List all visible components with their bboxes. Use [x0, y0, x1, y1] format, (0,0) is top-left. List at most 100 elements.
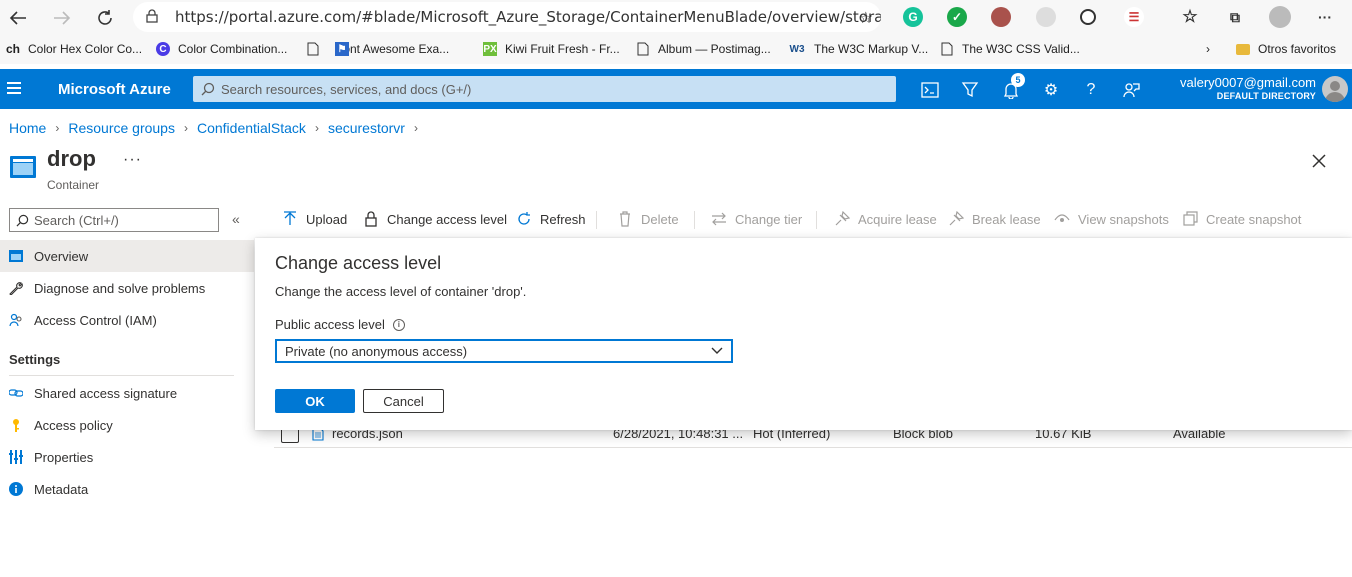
help-icon[interactable]: ?	[1080, 79, 1102, 101]
refresh-button[interactable]: Refresh	[516, 211, 586, 227]
link-icon	[9, 389, 23, 397]
page-icon	[940, 42, 954, 56]
page-icon	[306, 42, 320, 56]
sidebar-item-metadata[interactable]: Metadata	[0, 473, 254, 505]
extension-icon[interactable]	[1036, 7, 1056, 27]
break-lease-icon	[949, 211, 964, 226]
check-extension-icon[interactable]: ✓	[947, 7, 967, 27]
bookmark-item[interactable]: Album — Postimag...	[636, 42, 771, 56]
page-title: drop	[47, 146, 96, 171]
bookmark-label: The W3C Markup V...	[814, 42, 929, 56]
collections-icon[interactable]: ⧉	[1225, 7, 1245, 27]
sidebar-item-access-policy[interactable]: Access policy	[0, 409, 254, 441]
lock-icon	[146, 9, 158, 23]
container-icon	[9, 250, 23, 262]
info-icon[interactable]: i	[392, 318, 405, 331]
search-placeholder: Search resources, services, and docs (G+…	[221, 81, 472, 97]
breadcrumb-home[interactable]: Home	[9, 120, 46, 136]
break-lease-button[interactable]: Break lease	[948, 211, 1041, 227]
extension-icon[interactable]: ☰	[1124, 7, 1144, 27]
profile-icon[interactable]	[1269, 6, 1291, 28]
ok-button[interactable]: OK	[275, 389, 355, 413]
reload-icon[interactable]	[93, 6, 117, 30]
chevron-right-icon: ›	[413, 121, 418, 135]
change-tier-button[interactable]: Change tier	[711, 211, 802, 227]
lock-icon	[365, 211, 377, 227]
back-icon[interactable]	[6, 6, 30, 30]
add-favorite-icon[interactable]: ☆	[859, 8, 873, 27]
properties-icon	[9, 450, 23, 464]
settings-more-icon[interactable]: ···	[1315, 7, 1335, 27]
other-favorites[interactable]: Otros favoritos	[1236, 42, 1336, 56]
more-options-icon[interactable]: ···	[123, 151, 142, 169]
settings-icon[interactable]: ⚙	[1040, 79, 1062, 101]
sidebar-search-placeholder: Search (Ctrl+/)	[34, 212, 119, 228]
divider	[694, 211, 695, 229]
bookmark-icon: W3	[789, 43, 805, 55]
avatar[interactable]	[1322, 76, 1348, 102]
sidebar-item-overview[interactable]: Overview	[0, 240, 254, 272]
create-snapshot-button[interactable]: Create snapshot	[1182, 211, 1301, 227]
other-favorites-label: Otros favoritos	[1258, 42, 1337, 56]
breadcrumb-resource-group[interactable]: ConfidentialStack	[197, 120, 306, 136]
breadcrumb-storage-account[interactable]: securestorvr	[328, 120, 405, 136]
search-icon	[16, 214, 29, 227]
key-icon	[13, 419, 19, 432]
address-bar[interactable]: https://portal.azure.com/#blade/Microsof…	[133, 2, 881, 32]
people-icon	[9, 313, 22, 327]
extension-icon[interactable]	[1080, 9, 1096, 25]
bookmark-icon: C	[156, 42, 170, 56]
bookmark-item[interactable]: Font Awesome Exa...	[306, 42, 449, 56]
breadcrumb-resource-groups[interactable]: Resource groups	[68, 120, 175, 136]
sidebar-item-diagnose[interactable]: Diagnose and solve problems	[0, 272, 254, 304]
view-snapshots-label: View snapshots	[1078, 211, 1169, 227]
grammarly-icon[interactable]: G	[903, 7, 923, 27]
chevron-down-icon	[711, 347, 723, 354]
favorites-icon[interactable]: ☆	[1180, 7, 1200, 27]
feedback-icon[interactable]	[1120, 79, 1142, 101]
azure-header: Microsoft Azure Search resources, servic…	[0, 69, 1352, 109]
sidebar-search-input[interactable]: Search (Ctrl+/)	[9, 208, 219, 232]
chevron-right-icon[interactable]: ›	[1206, 42, 1210, 56]
upload-icon	[284, 211, 296, 225]
change-tier-label: Change tier	[735, 211, 803, 227]
global-search-input[interactable]: Search resources, services, and docs (G+…	[193, 76, 896, 102]
bookmark-label: Album — Postimag...	[658, 42, 771, 56]
sidebar-item-label: Properties	[34, 449, 94, 465]
acquire-lease-label: Acquire lease	[858, 211, 937, 227]
cancel-button[interactable]: Cancel	[363, 389, 444, 413]
bookmark-item[interactable]: The W3C CSS Valid...	[940, 42, 1080, 56]
acquire-lease-button[interactable]: Acquire lease	[834, 211, 937, 227]
bookmark-item[interactable]: W3 The W3C Markup V...	[788, 42, 929, 56]
view-snapshots-button[interactable]: View snapshots	[1054, 211, 1169, 227]
menu-icon[interactable]	[7, 82, 21, 94]
sidebar-item-sas[interactable]: Shared access signature	[0, 377, 254, 409]
lease-icon	[835, 211, 850, 226]
delete-button[interactable]: Delete	[617, 211, 679, 227]
collapse-sidebar-icon[interactable]: «	[232, 211, 240, 227]
change-access-level-label: Change access level	[387, 211, 507, 227]
bookmark-item[interactable]: PX Kiwi Fruit Fresh - Fr...	[483, 42, 620, 56]
bookmark-item[interactable]: ch Color Hex Color Co...	[6, 42, 142, 56]
settings-heading: Settings	[9, 352, 61, 367]
sidebar-item-label: Access Control (IAM)	[34, 312, 157, 328]
sidebar-item-label: Diagnose and solve problems	[34, 280, 206, 296]
brand-title[interactable]: Microsoft Azure	[58, 81, 171, 98]
public-access-level-select[interactable]: Private (no anonymous access)	[275, 339, 733, 363]
sidebar-item-properties[interactable]: Properties	[0, 441, 254, 473]
chevron-right-icon: ›	[314, 121, 319, 135]
bookmark-item[interactable]: ⚑	[335, 42, 357, 56]
cloud-shell-icon[interactable]	[919, 79, 941, 101]
divider	[9, 375, 234, 376]
page-subtitle: Container	[47, 178, 100, 192]
directory-filter-icon[interactable]	[959, 79, 981, 101]
change-access-level-button[interactable]: Change access level	[363, 211, 507, 227]
bookmark-item[interactable]: C Color Combination...	[156, 42, 287, 56]
forward-icon[interactable]	[50, 6, 74, 30]
upload-button[interactable]: Upload	[282, 211, 347, 227]
bookmark-label: Color Combination...	[178, 42, 288, 56]
user-account[interactable]: valery0007@gmail.com DEFAULT DIRECTORY	[1180, 75, 1316, 101]
extension-icon[interactable]	[991, 7, 1011, 27]
sidebar-item-iam[interactable]: Access Control (IAM)	[0, 304, 254, 336]
close-icon[interactable]	[1310, 152, 1328, 170]
